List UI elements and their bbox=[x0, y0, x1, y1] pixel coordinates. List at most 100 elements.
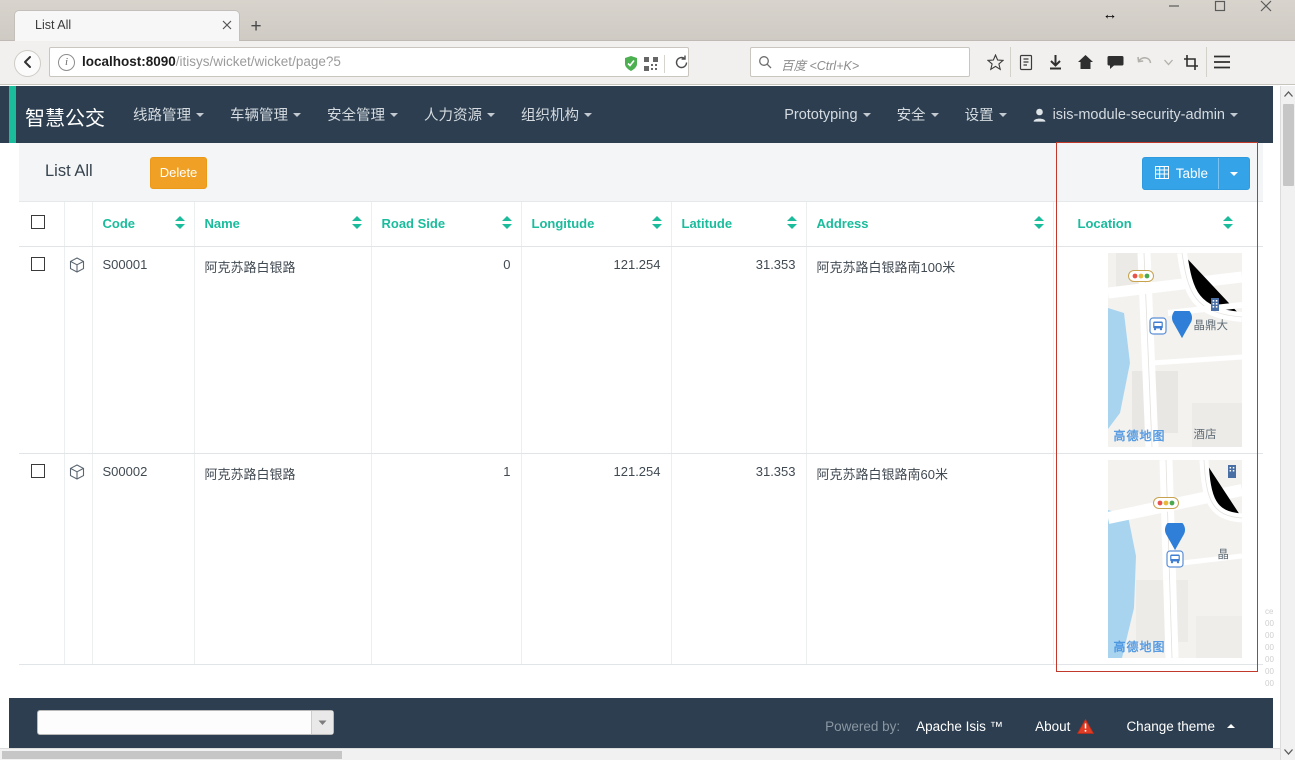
app-brand[interactable]: 智慧公交 bbox=[25, 102, 105, 131]
browser-tab[interactable]: List All bbox=[14, 10, 240, 41]
footer-select[interactable] bbox=[37, 710, 334, 735]
sort-icon[interactable] bbox=[501, 215, 512, 232]
info-icon[interactable]: i bbox=[58, 54, 75, 71]
url-bar[interactable]: i localhost:8090/itisys/wicket/wicket/pa… bbox=[49, 47, 689, 77]
qr-code-icon[interactable] bbox=[644, 56, 658, 71]
scroll-down-icon[interactable] bbox=[1281, 744, 1295, 760]
new-tab-button[interactable]: + bbox=[245, 16, 267, 38]
column-header-latitude[interactable]: Latitude bbox=[671, 202, 807, 247]
building-icon bbox=[1226, 464, 1242, 482]
column-header-road-side[interactable]: Road Side bbox=[371, 202, 522, 247]
reload-icon[interactable] bbox=[664, 54, 688, 73]
scroll-up-icon[interactable] bbox=[1281, 86, 1295, 102]
caret-down-icon bbox=[1230, 171, 1238, 176]
row-select-cell[interactable] bbox=[19, 246, 65, 454]
page-title: List All bbox=[45, 162, 93, 180]
minimize-icon[interactable] bbox=[1151, 0, 1197, 40]
nav-item-security[interactable]: 安全 bbox=[884, 86, 952, 143]
column-header-code[interactable]: Code bbox=[92, 202, 195, 247]
row-checkbox[interactable] bbox=[31, 463, 45, 478]
row-object-cell[interactable] bbox=[64, 453, 93, 665]
close-icon[interactable] bbox=[220, 18, 236, 34]
home-icon[interactable] bbox=[1070, 47, 1100, 77]
sort-icon[interactable] bbox=[1033, 215, 1044, 232]
cell-location[interactable]: 晶 高德地图 bbox=[1053, 453, 1263, 665]
nav-item-organization[interactable]: 组织机构 bbox=[508, 86, 605, 143]
column-header-longitude[interactable]: Longitude bbox=[521, 202, 672, 247]
delete-button[interactable]: Delete bbox=[150, 157, 207, 189]
sort-icon[interactable] bbox=[351, 215, 362, 232]
map-pin-icon bbox=[1164, 519, 1185, 550]
chevron-down-icon[interactable] bbox=[1160, 47, 1176, 77]
footer-select-value[interactable] bbox=[38, 711, 311, 734]
url-host: localhost:8090 bbox=[82, 54, 176, 69]
map-thumbnail[interactable]: 晶 高德地图 bbox=[1107, 459, 1242, 658]
nav-item-label: 车辆管理 bbox=[230, 108, 288, 124]
vertical-scrollbar-thumb[interactable] bbox=[1283, 104, 1294, 186]
map-label: 酒店 bbox=[1193, 426, 1217, 441]
row-object-cell[interactable] bbox=[64, 246, 93, 454]
search-bar[interactable]: 百度 <Ctrl+K> bbox=[750, 47, 970, 77]
bookmark-star-icon[interactable] bbox=[980, 47, 1010, 77]
horizontal-scrollbar[interactable] bbox=[0, 748, 1280, 760]
object-cube-icon[interactable] bbox=[69, 256, 85, 273]
cell-location[interactable]: 晶鼎大 酒店 高德地图 bbox=[1053, 246, 1263, 454]
maximize-icon[interactable] bbox=[1197, 0, 1243, 40]
column-header-address[interactable]: Address bbox=[806, 202, 1054, 247]
building-icon bbox=[1208, 296, 1226, 314]
row-select-cell[interactable] bbox=[19, 453, 65, 665]
apache-isis-link[interactable]: Apache Isis ™ bbox=[900, 719, 1019, 734]
sort-icon[interactable] bbox=[786, 215, 797, 232]
view-selector[interactable]: Table bbox=[1141, 157, 1250, 190]
background-page-fragment: ce 00 00 00 00 00 00 bbox=[1265, 607, 1274, 688]
nav-item-user-menu[interactable]: isis-module-security-admin bbox=[1020, 86, 1251, 143]
chat-icon[interactable] bbox=[1100, 47, 1130, 77]
nav-item-vehicle-management[interactable]: 车辆管理 bbox=[217, 86, 314, 143]
nav-item-line-management[interactable]: 线路管理 bbox=[120, 86, 217, 143]
view-selector-dropdown[interactable] bbox=[1218, 158, 1249, 189]
caret-down-icon[interactable] bbox=[311, 711, 333, 734]
view-selector-label: Table bbox=[1175, 166, 1208, 181]
table-row[interactable]: S00002 阿克苏路白银路 1 121.254 31.353 阿克苏路白银路南… bbox=[19, 453, 1263, 665]
view-selector-label-group[interactable]: Table bbox=[1143, 165, 1218, 182]
nav-item-safety-management[interactable]: 安全管理 bbox=[314, 86, 411, 143]
cell-road-side: 1 bbox=[371, 453, 522, 665]
search-input[interactable]: 百度 <Ctrl+K> bbox=[781, 55, 859, 74]
table-row[interactable]: S00001 阿克苏路白银路 0 121.254 31.353 阿克苏路白银路南… bbox=[19, 246, 1263, 454]
data-table-wrapper: Code Name Road Side Longitude Latitude A… bbox=[19, 202, 1263, 672]
horizontal-scrollbar-thumb[interactable] bbox=[2, 751, 342, 759]
screenshot-icon[interactable] bbox=[1176, 47, 1206, 77]
cell-code: S00002 bbox=[92, 453, 195, 665]
change-theme-link[interactable]: Change theme bbox=[1110, 719, 1251, 734]
nav-item-prototyping[interactable]: Prototyping bbox=[771, 86, 883, 143]
undo-icon[interactable] bbox=[1130, 47, 1160, 77]
menu-icon[interactable] bbox=[1206, 47, 1236, 77]
caret-down-icon bbox=[487, 112, 495, 117]
column-header-location[interactable]: Location bbox=[1053, 202, 1263, 247]
column-header-select-all[interactable] bbox=[19, 202, 65, 247]
vertical-scrollbar[interactable] bbox=[1280, 86, 1295, 760]
downloads-icon[interactable] bbox=[1040, 47, 1070, 77]
caret-down-icon bbox=[1230, 112, 1238, 117]
object-cube-icon[interactable] bbox=[69, 463, 85, 480]
shield-icon[interactable] bbox=[624, 55, 638, 72]
close-icon[interactable] bbox=[1243, 0, 1289, 40]
map-thumbnail[interactable]: 晶鼎大 酒店 高德地图 bbox=[1107, 252, 1242, 447]
caret-down-icon bbox=[930, 112, 939, 117]
nav-item-human-resources[interactable]: 人力资源 bbox=[411, 86, 508, 143]
column-header-name[interactable]: Name bbox=[194, 202, 372, 247]
library-icon[interactable] bbox=[1010, 47, 1040, 77]
cell-road-side: 0 bbox=[371, 246, 522, 454]
sort-icon[interactable] bbox=[1222, 215, 1233, 232]
cell-address: 阿克苏路白银路南60米 bbox=[806, 453, 1054, 665]
nav-item-settings[interactable]: 设置 bbox=[952, 86, 1020, 143]
back-arrow-icon[interactable] bbox=[14, 50, 41, 77]
row-checkbox[interactable] bbox=[31, 256, 45, 271]
sort-icon[interactable] bbox=[651, 215, 662, 232]
sort-icon[interactable] bbox=[174, 215, 185, 232]
map-label: 晶 bbox=[1217, 546, 1230, 561]
resize-horizontal-icon[interactable]: ↔ bbox=[1100, 5, 1120, 25]
select-all-checkbox[interactable] bbox=[31, 215, 45, 230]
about-link[interactable]: About bbox=[1019, 718, 1110, 734]
cell-longitude: 121.254 bbox=[521, 453, 672, 665]
